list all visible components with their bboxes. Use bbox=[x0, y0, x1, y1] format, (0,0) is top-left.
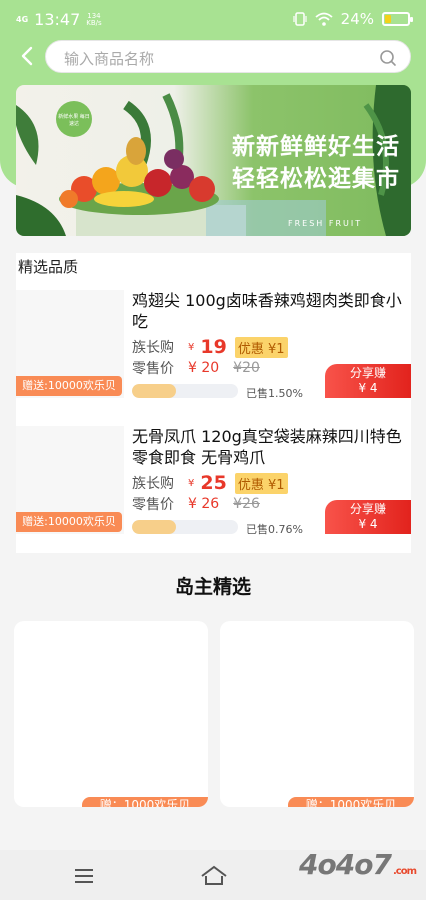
banner-headline-1: 新新鲜鲜好生活 bbox=[232, 134, 400, 160]
member-price-label: 族长购 bbox=[132, 476, 174, 492]
discount-badge: 优惠 ¥1 bbox=[234, 472, 288, 494]
speed-unit: KB/s bbox=[86, 18, 102, 27]
clock: 13:47 bbox=[34, 10, 81, 29]
retail-price-label: 零售价 bbox=[132, 497, 174, 513]
menu-icon[interactable] bbox=[72, 864, 96, 888]
site-watermark: 4o4o7 .com bbox=[299, 848, 417, 881]
product-item[interactable]: 赠送:10000欢乐贝 无骨凤爪 120g真空袋装麻辣四川特色零食即食 无骨鸡爪… bbox=[16, 426, 411, 538]
island-product-card[interactable]: 赠：1000欢乐贝 bbox=[14, 621, 208, 807]
retail-price-row: 零售价 ¥ 26 ¥26 bbox=[132, 494, 260, 514]
island-picks-title: 岛主精选 bbox=[174, 576, 251, 598]
island-product-card[interactable]: 赠：1000欢乐贝 bbox=[220, 621, 414, 807]
retail-price: ¥ 20 bbox=[188, 360, 220, 376]
retail-price-label: 零售价 bbox=[132, 361, 174, 377]
product-item[interactable]: 赠送:10000欢乐贝 鸡翅尖 100g卤味香辣鸡翅肉类即食小吃 族长购 ¥ 1… bbox=[16, 290, 411, 402]
sold-progress-bar bbox=[132, 520, 238, 534]
fruit-pile-image bbox=[59, 137, 219, 215]
share-amount: ¥ 4 bbox=[358, 381, 378, 395]
status-bar: 4G 13:47 134 KB/s 24% bbox=[0, 0, 426, 38]
gift-badge: 赠送:10000欢乐贝 bbox=[16, 376, 122, 396]
wifi-icon bbox=[315, 12, 333, 26]
watermark-suffix: .com bbox=[392, 866, 417, 877]
search-placeholder: 输入商品名称 bbox=[64, 50, 155, 68]
vibrate-icon bbox=[293, 12, 307, 26]
share-amount: ¥ 4 bbox=[358, 517, 378, 531]
discount-badge: 优惠 ¥1 bbox=[234, 336, 288, 358]
gift-badge: 赠：1000欢乐贝 bbox=[82, 797, 208, 807]
sold-percent: 已售0.76% bbox=[246, 523, 303, 536]
featured-section: 精选品质 赠送:10000欢乐贝 鸡翅尖 100g卤味香辣鸡翅肉类即食小吃 族长… bbox=[16, 253, 411, 553]
gift-badge: 赠：1000欢乐贝 bbox=[288, 797, 414, 807]
search-box[interactable]: 输入商品名称 bbox=[45, 40, 411, 73]
retail-price-row: 零售价 ¥ 20 ¥20 bbox=[132, 358, 260, 378]
network-indicator: 4G bbox=[16, 14, 29, 24]
member-price: 19 bbox=[200, 336, 227, 358]
share-earn-button[interactable]: 分享赚 ¥ 4 bbox=[325, 500, 411, 534]
share-label: 分享赚 bbox=[349, 366, 386, 380]
home-icon[interactable] bbox=[200, 864, 228, 888]
original-price: ¥26 bbox=[233, 496, 260, 512]
banner-fresh-text: FRESH FRUIT bbox=[288, 219, 363, 228]
yen-symbol: ¥ bbox=[188, 341, 195, 353]
member-price-row: 族长购 ¥ 19 优惠 ¥1 bbox=[132, 336, 288, 358]
watermark-text: 4o4o7 bbox=[299, 848, 392, 881]
product-name[interactable]: 无骨凤爪 120g真空袋装麻辣四川特色零食即食 无骨鸡爪 bbox=[132, 426, 402, 468]
sold-percent: 已售1.50% bbox=[246, 387, 303, 400]
banner-tag: 新鲜水果 每日速达 bbox=[56, 101, 92, 137]
member-price: 25 bbox=[200, 472, 227, 494]
gift-badge: 赠送:10000欢乐贝 bbox=[16, 512, 122, 532]
sold-progress-bar bbox=[132, 384, 238, 398]
retail-price: ¥ 26 bbox=[188, 496, 220, 512]
member-price-row: 族长购 ¥ 25 优惠 ¥1 bbox=[132, 472, 288, 494]
promo-banner[interactable]: 新鲜水果 每日速达 新新鲜鲜好生活 轻轻松松逛集市 FRESH FRUIT bbox=[16, 85, 411, 236]
featured-title: 精选品质 bbox=[18, 258, 79, 276]
product-name[interactable]: 鸡翅尖 100g卤味香辣鸡翅肉类即食小吃 bbox=[132, 290, 402, 332]
original-price: ¥20 bbox=[233, 360, 260, 376]
network-speed: 134 KB/s bbox=[86, 12, 102, 27]
share-earn-button[interactable]: 分享赚 ¥ 4 bbox=[325, 364, 411, 398]
member-price-label: 族长购 bbox=[132, 340, 174, 356]
battery-percent: 24% bbox=[340, 10, 374, 28]
banner-headline-2: 轻轻松松逛集市 bbox=[232, 166, 400, 192]
battery-icon bbox=[382, 12, 413, 26]
search-icon[interactable] bbox=[379, 49, 397, 67]
share-label: 分享赚 bbox=[349, 502, 386, 516]
back-arrow-icon[interactable] bbox=[16, 44, 40, 68]
yen-symbol: ¥ bbox=[188, 477, 195, 489]
